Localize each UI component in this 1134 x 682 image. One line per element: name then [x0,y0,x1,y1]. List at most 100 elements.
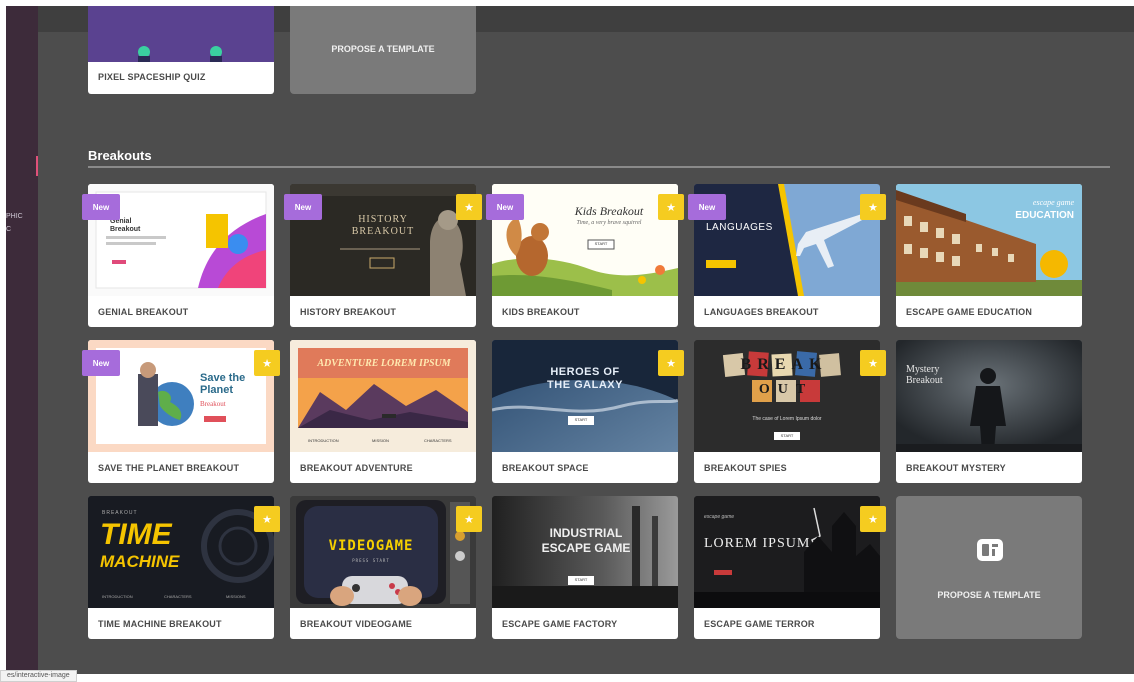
template-card-breakout-adventure[interactable]: ADVENTURE LOREM IPSUM INTRODUCTION MISSI… [290,340,476,483]
star-icon: ★ [666,357,676,370]
section-divider [88,166,1110,168]
thumb-subtitle: escape game [1032,198,1074,207]
premium-star-badge: ★ [860,350,886,376]
card-title: HISTORY BREAKOUT [300,307,397,317]
template-gallery: PIXEL SPACESHIP QUIZ PROPOSE A TEMPLATE … [38,6,1134,674]
card-title: PIXEL SPACESHIP QUIZ [98,72,206,82]
premium-star-badge: ★ [860,506,886,532]
thumb-button: START [594,241,608,246]
star-icon: ★ [868,201,878,214]
status-bar-url: es/interactive-image [0,670,77,682]
premium-star-badge: ★ [254,350,280,376]
star-icon: ★ [262,357,272,370]
thumb-tab: MISSION [372,438,389,443]
template-card-escape-game-factory[interactable]: INDUSTRIAL ESCAPE GAME START ESCAPE GAME … [492,496,678,639]
template-card-escape-game-education[interactable]: escape game EDUCATION ESCAPE GAME EDUCAT… [896,184,1082,327]
template-card-genial-breakout[interactable]: Genial Breakout New GENIAL BREAKOUT [82,184,274,327]
thumb-text: INDUSTRIAL ESCAPE GAME [541,526,631,555]
template-card-languages-breakout[interactable]: LANGUAGES New ★ LANGUAGES BREAKOUT [688,184,886,327]
template-card-save-the-planet-breakout[interactable]: Save the Planet Breakout New ★ SAVE THE P… [82,340,280,483]
card-thumbnail: HEROES OF THE GALAXY START [492,340,678,452]
sidebar-stub-text[interactable]: PHIC [6,213,23,220]
template-card-escape-game-terror[interactable]: escape game LOREM IPSUM ★ ESCAPE GAME TE… [694,496,886,639]
card-title: BREAKOUT VIDEOGAME [300,619,413,629]
thumb-text: HISTORY BREAKOUT [351,214,415,237]
thumb-subtitle: Time, a very brave squirrel [576,220,642,226]
star-icon: ★ [868,513,878,526]
star-icon: ★ [262,513,272,526]
new-badge: New [82,350,120,376]
pixel-spaceship-art [88,6,274,62]
thumb-title: EDUCATION [1015,210,1074,221]
thumb-title: BREAK [740,356,828,373]
template-card-kids-breakout[interactable]: Kids Breakout Time, a very brave squirre… [486,184,684,327]
template-card-breakout-spies[interactable]: BREAK OUT The case of Lorem Ipsum dolor … [694,340,886,483]
thumb-title-2: MACHINE [100,552,180,571]
template-card-pixel-spaceship-quiz[interactable]: PIXEL SPACESHIP QUIZ [88,6,274,94]
thumb-tab: INTRODUCTION [308,438,339,443]
card-thumbnail: escape game LOREM IPSUM [694,496,880,608]
card-title: LANGUAGES BREAKOUT [704,307,819,317]
star-icon: ★ [464,513,474,526]
card-thumbnail: VIDEOGAME PRESS START [290,496,476,608]
thumb-tab: INTRODUCTION [102,594,133,599]
thumb-title: LOREM IPSUM [704,536,811,551]
card-thumbnail [88,6,274,62]
template-card-history-breakout[interactable]: HISTORY BREAKOUT New ★ HISTORY BREAKOUT [284,184,482,327]
card-title: BREAKOUT SPACE [502,463,589,473]
new-badge: New [82,194,120,220]
sidebar-stub-text[interactable]: C [6,226,11,233]
thumb-text: Mystery Breakout [906,364,943,386]
thumb-title-2: OUT [758,382,814,397]
card-title: ESCAPE GAME FACTORY [502,619,618,629]
premium-star-badge: ★ [860,194,886,220]
left-sidebar: PHIC C [6,6,38,674]
template-card-time-machine-breakout[interactable]: BREAKOUT TIME MACHINE INTRODUCTION CHARA… [88,496,280,639]
thumb-subtitle: PRESS START [352,558,390,563]
thumb-button: START [780,433,794,438]
card-title: GENIAL BREAKOUT [98,307,189,317]
template-card-breakout-mystery[interactable]: Mystery Breakout BREAKOUT MYSTERY [896,340,1082,483]
propose-template-label: PROPOSE A TEMPLATE [937,590,1041,600]
galaxy-art [492,340,678,452]
card-title: TIME MACHINE BREAKOUT [98,619,222,629]
thumb-text: HEROES OF THE GALAXY [547,366,623,391]
thumb-text: Genial Breakout [110,218,141,233]
card-title: BREAKOUT ADVENTURE [300,463,413,473]
premium-star-badge: ★ [658,194,684,220]
card-thumbnail: BREAKOUT TIME MACHINE INTRODUCTION CHARA… [88,496,274,608]
card-title: BREAKOUT SPIES [704,463,787,473]
card-title: KIDS BREAKOUT [502,307,580,317]
thumb-title: ADVENTURE LOREM IPSUM [317,358,451,369]
card-thumbnail: ADVENTURE LOREM IPSUM INTRODUCTION MISSI… [290,340,476,452]
thumb-button: START [574,417,588,422]
card-title: SAVE THE PLANET BREAKOUT [98,463,240,473]
card-thumbnail: escape game EDUCATION [896,184,1082,296]
new-badge: New [284,194,322,220]
thumb-tab: CHARACTERS [164,594,192,599]
propose-template-card[interactable]: PROPOSE A TEMPLATE [896,496,1082,639]
thumb-title: Kids Breakout [574,204,644,218]
thumb-button: START [574,577,588,582]
thumb-text: Save the Planet [200,372,246,396]
thumb-kicker: BREAKOUT [102,510,138,516]
card-title: BREAKOUT MYSTERY [906,463,1006,473]
section-title: Breakouts [88,148,152,163]
card-thumbnail: Mystery Breakout [896,340,1082,452]
haunted-house-art [694,496,880,608]
template-card-breakout-space[interactable]: HEROES OF THE GALAXY START ★ BREAKOUT SPA… [492,340,684,483]
thumb-subtitle: Breakout [200,400,226,408]
app-frame: PHIC C PIXEL SPACESHIP QUIZ PROPOSE A TE… [0,0,1134,682]
new-badge: New [486,194,524,220]
thumb-tab: CHARACTERS [424,438,452,443]
star-icon: ★ [666,201,676,214]
star-icon: ★ [464,201,474,214]
propose-template-card-top[interactable]: PROPOSE A TEMPLATE [290,6,476,94]
template-card-breakout-videogame[interactable]: VIDEOGAME PRESS START ★ BREAKOUT VIDEOGA… [290,496,482,639]
propose-template-label: PROPOSE A TEMPLATE [331,44,435,54]
premium-star-badge: ★ [456,506,482,532]
thumb-subtitle: escape game [704,514,735,520]
thumb-tab: MISSIONS [226,594,246,599]
thumb-text: LANGUAGES [706,222,773,233]
premium-star-badge: ★ [658,350,684,376]
